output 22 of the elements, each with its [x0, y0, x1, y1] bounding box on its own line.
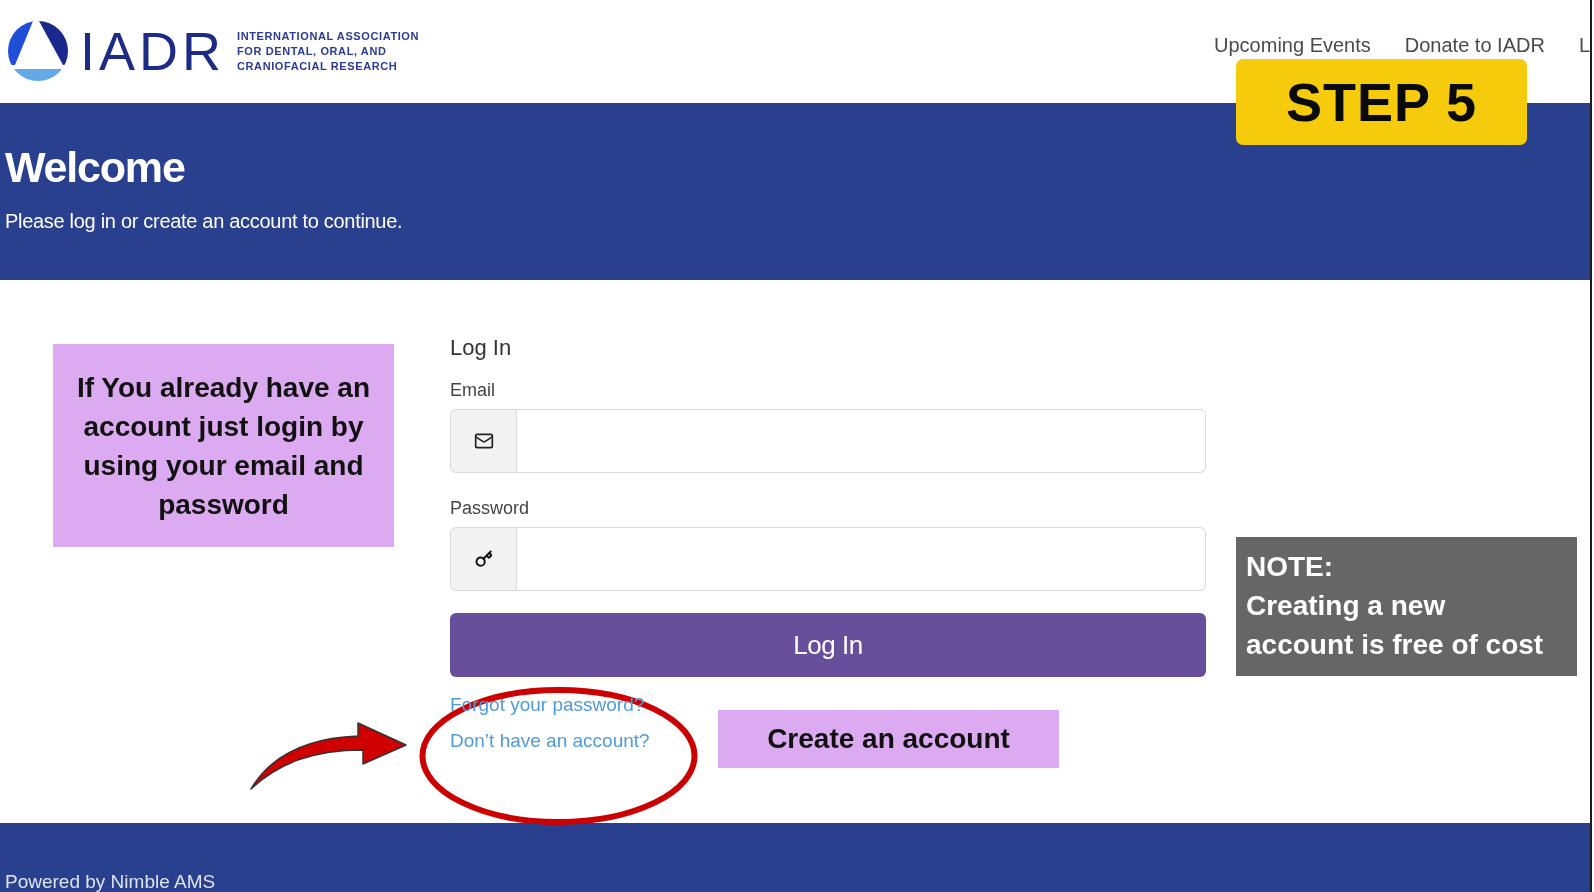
note-title: NOTE: [1246, 550, 1334, 584]
welcome-title: Welcome [5, 143, 185, 191]
key-icon [474, 550, 493, 568]
footer-text: Powered by Nimble AMS [5, 871, 216, 892]
password-input[interactable] [517, 527, 1206, 591]
field-label: Email [450, 380, 495, 400]
welcome-subtitle: Please log in or create an account to continue. [5, 209, 403, 233]
email-input[interactable] [517, 409, 1206, 473]
create-account-callout: Create an account [718, 710, 1059, 768]
login-button[interactable]: Log In [450, 613, 1206, 677]
field-label: Password [450, 498, 530, 518]
logo-icon [8, 20, 68, 82]
logo-tagline: INTERNATIONAL ASSOCIATION FOR DENTAL, ORAL, AND CRANIOFACIAL RESEARCH [237, 28, 420, 74]
envelope-icon [473, 431, 494, 451]
step-label: STEP 5 [1236, 59, 1527, 145]
nav-link[interactable]: L [1578, 33, 1590, 57]
login-tip-callout: If You already have an account just login by using your email and password [53, 344, 394, 547]
logo-wordmark: IADR [80, 21, 225, 81]
note-text: Creating a new account is free of cost [1246, 589, 1545, 662]
nav-link[interactable]: Upcoming Events [1214, 33, 1371, 57]
form-heading: Log In [450, 335, 512, 361]
nav-link[interactable]: Donate to IADR [1404, 33, 1545, 57]
